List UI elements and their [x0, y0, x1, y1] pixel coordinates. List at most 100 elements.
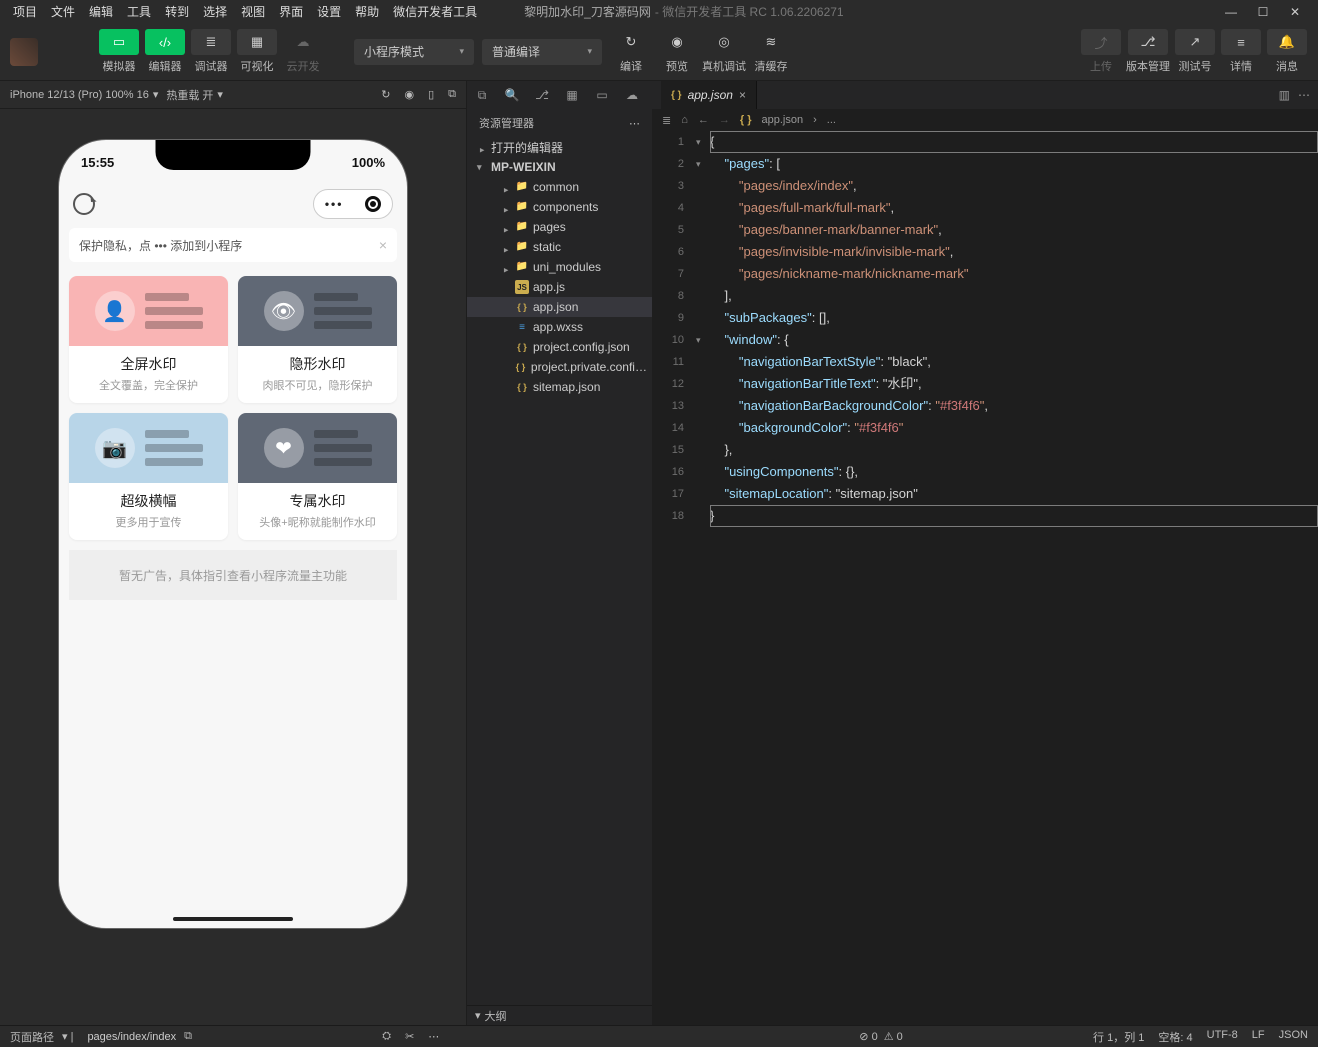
menu-settings[interactable]: 设置: [310, 0, 348, 23]
menu-help[interactable]: 帮助: [348, 0, 386, 23]
forward-icon[interactable]: →: [719, 114, 730, 126]
explorer-more-icon[interactable]: ⋯: [629, 117, 640, 130]
more-icon[interactable]: ⋯: [1298, 88, 1310, 102]
cloud-icon[interactable]: ☁: [617, 88, 647, 102]
indent-info[interactable]: 空格: 4: [1158, 1029, 1192, 1045]
search-icon[interactable]: 🔍: [497, 88, 527, 102]
close-tab-icon[interactable]: ×: [739, 88, 746, 102]
status-battery: 100%: [352, 155, 385, 170]
tree-item[interactable]: { }project.config.json: [467, 337, 652, 357]
mode-select[interactable]: 小程序模式▾: [354, 39, 474, 65]
menu-edit[interactable]: 编辑: [82, 0, 120, 23]
eol-info[interactable]: LF: [1252, 1029, 1265, 1045]
feature-card[interactable]: 👤 全屏水印全文覆盖，完全保护: [69, 276, 228, 403]
menu-devtools[interactable]: 微信开发者工具: [386, 0, 484, 23]
lang-info[interactable]: JSON: [1279, 1029, 1308, 1045]
tree-item[interactable]: ▾📁common: [467, 177, 652, 197]
cloud-button[interactable]: ☁云开发: [282, 29, 324, 74]
record-icon[interactable]: ◉: [404, 88, 414, 101]
explorer-toggle-icon[interactable]: ⧉: [467, 88, 497, 103]
cursor-pos[interactable]: 行 1，列 1: [1093, 1029, 1144, 1045]
sim-cut-icon[interactable]: ✂: [405, 1030, 414, 1043]
card-subtitle: 肉眼不可见，隐形保护: [244, 377, 391, 393]
feature-card[interactable]: 👁 隐形水印肉眼不可见，隐形保护: [238, 276, 397, 403]
reload-select[interactable]: 热重载 开▾: [166, 87, 223, 103]
tree-item[interactable]: { }app.json: [467, 297, 652, 317]
tip-bar[interactable]: 保护隐私，点 ••• 添加到小程序×: [69, 228, 397, 262]
breadcrumb-file[interactable]: app.json: [762, 114, 804, 126]
outline-section[interactable]: ▾大纲: [467, 1005, 652, 1025]
menu-interface[interactable]: 界面: [272, 0, 310, 23]
menu-goto[interactable]: 转到: [158, 0, 196, 23]
editor-tab-appjson[interactable]: { }app.json×: [661, 81, 757, 109]
popout-icon[interactable]: ⧉: [448, 88, 456, 101]
card-title: 全屏水印: [75, 354, 222, 374]
split-icon[interactable]: ▥: [1279, 88, 1290, 102]
menu-file[interactable]: 文件: [44, 0, 82, 23]
maximize-icon[interactable]: ☐: [1254, 3, 1272, 21]
upload-button[interactable]: ⤴上传: [1080, 29, 1122, 74]
refresh-icon[interactable]: [73, 193, 95, 215]
feature-card[interactable]: 📷 超级横幅更多用于宣传: [69, 413, 228, 540]
bookmark-icon[interactable]: ⌂: [681, 114, 688, 126]
phone-notch: [156, 140, 311, 170]
simulator-toolbar: iPhone 12/13 (Pro) 100% 16▾ 热重载 开▾ ↻ ◉ ▯…: [0, 81, 466, 109]
device-icon[interactable]: ▯: [428, 88, 434, 101]
capsule-menu[interactable]: •••: [313, 189, 393, 219]
refresh-icon[interactable]: ↻: [381, 88, 390, 101]
tree-item[interactable]: { }sitemap.json: [467, 377, 652, 397]
minimize-icon[interactable]: —: [1222, 3, 1240, 21]
feature-card[interactable]: ❤ 专属水印头像+昵称就能制作水印: [238, 413, 397, 540]
tree-item[interactable]: ▾📁static: [467, 237, 652, 257]
card-icon: 👤: [95, 291, 135, 331]
main-toolbar: ▭模拟器 ‹/›编辑器 ≣调试器 ▦可视化 ☁云开发 小程序模式▾ 普通编译▾ …: [0, 23, 1318, 81]
tree-item[interactable]: JSapp.js: [467, 277, 652, 297]
menu-tool[interactable]: 工具: [120, 0, 158, 23]
home-indicator: [173, 917, 293, 921]
git-icon[interactable]: ⎇: [527, 88, 557, 102]
page-path-label: 页面路径: [10, 1029, 54, 1045]
sim-more-icon[interactable]: ⋯: [428, 1030, 439, 1043]
card-title: 隐形水印: [244, 354, 391, 374]
page-path-value[interactable]: pages/index/index: [87, 1031, 176, 1043]
tree-item[interactable]: ≡app.wxss: [467, 317, 652, 337]
error-count[interactable]: ⊘ 0: [859, 1030, 877, 1043]
message-button[interactable]: 🔔消息: [1266, 29, 1308, 74]
close-icon[interactable]: ✕: [1286, 3, 1304, 21]
code-editor[interactable]: 123456789101112131415161718 ▾▾ ▾ { "page…: [652, 131, 1318, 1025]
version-button[interactable]: ⎇版本管理: [1126, 29, 1170, 74]
simulator-button[interactable]: ▭模拟器: [98, 29, 140, 74]
list-icon[interactable]: ≣: [662, 114, 671, 127]
tree-item[interactable]: { }project.private.config.js...: [467, 357, 652, 377]
tree-item[interactable]: ▾📁pages: [467, 217, 652, 237]
tree-item[interactable]: ▾📁components: [467, 197, 652, 217]
copy-icon[interactable]: ⧉: [184, 1030, 192, 1043]
tree-item[interactable]: ▾📁uni_modules: [467, 257, 652, 277]
device-select[interactable]: iPhone 12/13 (Pro) 100% 16▾: [10, 88, 158, 101]
warn-count[interactable]: ⚠ 0: [884, 1030, 903, 1043]
remote-debug-button[interactable]: ◎真机调试: [702, 29, 746, 74]
editor-button[interactable]: ‹/›编辑器: [144, 29, 186, 74]
ext2-icon[interactable]: ▭: [587, 88, 617, 102]
encoding-info[interactable]: UTF-8: [1207, 1029, 1238, 1045]
ext-icon[interactable]: ▦: [557, 88, 587, 102]
sim-settings-icon[interactable]: ⛭: [382, 1030, 391, 1043]
status-bar: 页面路径 ▾ | pages/index/index ⧉ ⛭ ✂ ⋯ ⊘ 0 ⚠…: [0, 1025, 1318, 1047]
visualize-button[interactable]: ▦可视化: [236, 29, 278, 74]
project-root[interactable]: ▾MP-WEIXIN: [467, 157, 652, 177]
compile-select[interactable]: 普通编译▾: [482, 39, 602, 65]
back-icon[interactable]: ←: [698, 114, 709, 126]
menu-select[interactable]: 选择: [196, 0, 234, 23]
compile-button[interactable]: ↻编译: [610, 29, 652, 74]
menu-project[interactable]: 项目: [6, 0, 44, 23]
detail-button[interactable]: ≡详情: [1220, 29, 1262, 74]
debugger-button[interactable]: ≣调试器: [190, 29, 232, 74]
menu-view[interactable]: 视图: [234, 0, 272, 23]
card-subtitle: 全文覆盖，完全保护: [75, 377, 222, 393]
testid-button[interactable]: ↗测试号: [1174, 29, 1216, 74]
explorer-panel: 资源管理器⋯ ▾打开的编辑器 ▾MP-WEIXIN ▾📁common▾📁comp…: [467, 109, 652, 1025]
preview-button[interactable]: ◉预览: [656, 29, 698, 74]
clear-cache-button[interactable]: ≋清缓存: [750, 29, 792, 74]
close-icon[interactable]: ×: [379, 237, 387, 253]
open-editors-section[interactable]: ▾打开的编辑器: [467, 137, 652, 157]
